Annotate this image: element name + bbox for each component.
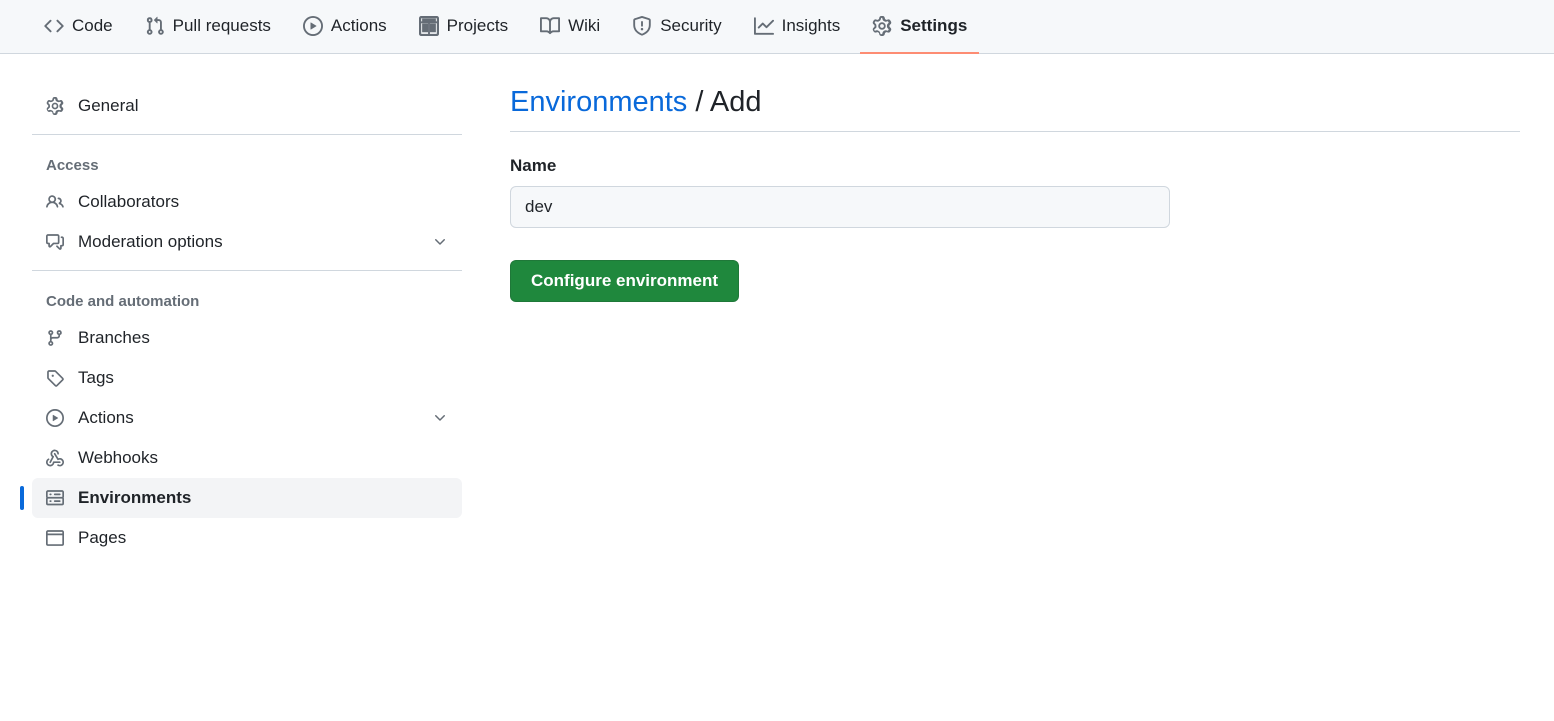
- table-icon: [419, 16, 439, 36]
- sidebar-item-label: Tags: [78, 368, 114, 388]
- sidebar-item-environments[interactable]: Environments: [32, 478, 462, 518]
- tab-code[interactable]: Code: [32, 0, 125, 54]
- shield-icon: [632, 16, 652, 36]
- tab-settings[interactable]: Settings: [860, 0, 979, 54]
- sidebar-item-label: Branches: [78, 328, 150, 348]
- tag-icon: [46, 369, 66, 387]
- tab-pull-requests[interactable]: Pull requests: [133, 0, 283, 54]
- tab-label: Projects: [447, 16, 508, 36]
- book-icon: [540, 16, 560, 36]
- tab-label: Security: [660, 16, 721, 36]
- main-content: Environments / Add Name Configure enviro…: [510, 86, 1520, 574]
- sidebar-item-label: Pages: [78, 528, 126, 548]
- breadcrumb-separator: /: [687, 86, 710, 118]
- repo-nav: Code Pull requests Actions Projects Wiki…: [0, 0, 1554, 54]
- tab-insights[interactable]: Insights: [742, 0, 853, 54]
- tab-label: Pull requests: [173, 16, 271, 36]
- sidebar-heading-code: Code and automation: [32, 279, 462, 318]
- play-icon: [46, 409, 66, 427]
- comment-discussion-icon: [46, 233, 66, 251]
- sidebar-item-webhooks[interactable]: Webhooks: [32, 438, 462, 478]
- people-icon: [46, 193, 66, 211]
- tab-security[interactable]: Security: [620, 0, 733, 54]
- page-container: General Access Collaborators Moderation …: [0, 54, 1554, 606]
- environment-name-input[interactable]: [510, 186, 1170, 228]
- webhook-icon: [46, 449, 66, 467]
- gear-icon: [872, 16, 892, 36]
- tab-wiki[interactable]: Wiki: [528, 0, 612, 54]
- tab-label: Code: [72, 16, 113, 36]
- git-branch-icon: [46, 329, 66, 347]
- git-pull-request-icon: [145, 16, 165, 36]
- sidebar-item-label: Actions: [78, 408, 134, 428]
- browser-icon: [46, 529, 66, 547]
- sidebar-item-branches[interactable]: Branches: [32, 318, 462, 358]
- breadcrumb-current: Add: [710, 86, 762, 118]
- code-icon: [44, 16, 64, 36]
- sidebar-item-tags[interactable]: Tags: [32, 358, 462, 398]
- sidebar-item-pages[interactable]: Pages: [32, 518, 462, 558]
- sidebar-item-label: General: [78, 96, 138, 116]
- page-title: Environments / Add: [510, 86, 1520, 132]
- gear-icon: [46, 97, 66, 115]
- tab-projects[interactable]: Projects: [407, 0, 520, 54]
- sidebar-item-general[interactable]: General: [32, 86, 462, 126]
- tab-label: Settings: [900, 16, 967, 36]
- sidebar-item-label: Moderation options: [78, 232, 223, 252]
- sidebar-item-moderation[interactable]: Moderation options: [32, 222, 462, 262]
- sidebar-heading-access: Access: [32, 143, 462, 182]
- sidebar-item-label: Webhooks: [78, 448, 158, 468]
- name-label: Name: [510, 156, 1520, 176]
- play-icon: [303, 16, 323, 36]
- sidebar-item-label: Collaborators: [78, 192, 179, 212]
- chevron-down-icon: [432, 410, 448, 426]
- tab-label: Actions: [331, 16, 387, 36]
- chevron-down-icon: [432, 234, 448, 250]
- tab-actions[interactable]: Actions: [291, 0, 399, 54]
- sidebar-item-collaborators[interactable]: Collaborators: [32, 182, 462, 222]
- tab-label: Wiki: [568, 16, 600, 36]
- server-icon: [46, 489, 66, 507]
- tab-label: Insights: [782, 16, 841, 36]
- configure-environment-button[interactable]: Configure environment: [510, 260, 739, 302]
- sidebar-item-label: Environments: [78, 488, 191, 508]
- sidebar-item-actions[interactable]: Actions: [32, 398, 462, 438]
- settings-sidebar: General Access Collaborators Moderation …: [32, 86, 462, 574]
- graph-icon: [754, 16, 774, 36]
- breadcrumb-environments-link[interactable]: Environments: [510, 86, 687, 118]
